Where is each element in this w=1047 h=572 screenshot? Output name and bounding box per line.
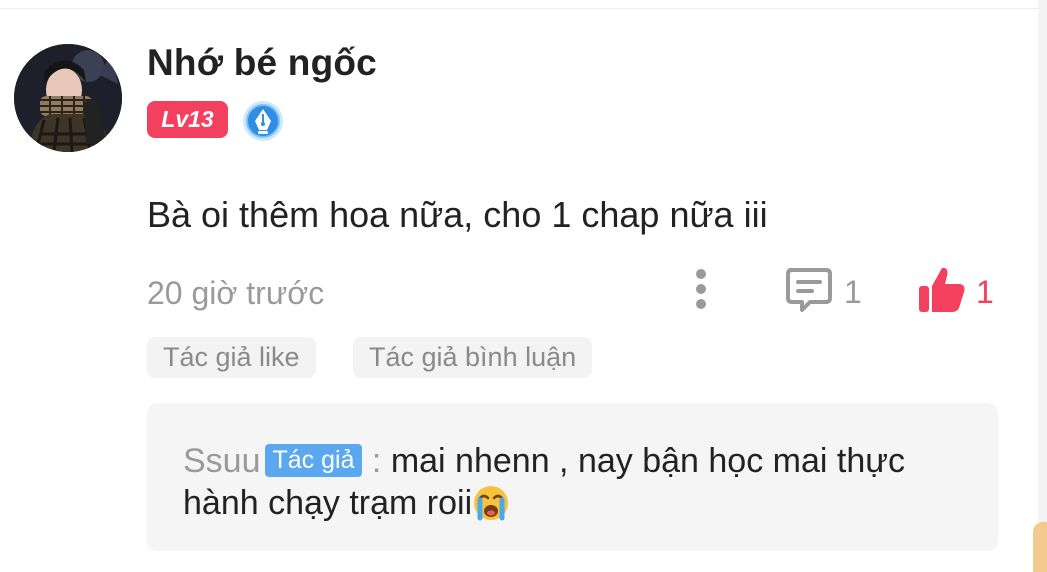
floating-edge-tab[interactable] [1033, 522, 1047, 572]
reply-content: Ssuu Tác giả : mai nhenn , nay bận học ma… [183, 440, 973, 524]
comment-bubble-icon [786, 268, 832, 312]
level-badge: Lv13 [147, 101, 228, 138]
comment-timestamp: 20 giờ trước [147, 275, 325, 311]
username[interactable]: Nhớ bé ngốc [147, 42, 377, 84]
pen-nib-badge-icon [242, 100, 284, 142]
thumbs-up-icon [919, 267, 965, 312]
like-count: 1 [976, 274, 994, 310]
reply-author-name[interactable]: Ssuu [183, 442, 261, 480]
reply-box[interactable]: Ssuu Tác giả : mai nhenn , nay bận học ma… [147, 403, 998, 551]
author-badge: Tác giả [264, 444, 363, 477]
avatar-photo [14, 44, 122, 152]
author-liked-tag: Tác giả like [147, 337, 316, 378]
loudly-crying-face-emoji [472, 484, 510, 522]
reply-separator: : [362, 442, 391, 480]
reply-button[interactable]: 1 [784, 266, 868, 314]
author-commented-tag: Tác giả bình luận [353, 337, 593, 378]
avatar[interactable] [14, 44, 122, 152]
like-button[interactable]: 1 [916, 264, 1000, 316]
more-options-button[interactable] [688, 266, 714, 314]
comment-page: Nhớ bé ngốc Lv13 Bà oi thêm hoa nữa, cho… [0, 0, 1047, 572]
more-vertical-icon [696, 269, 706, 309]
top-divider [0, 8, 1047, 9]
right-edge-panel [1038, 0, 1047, 572]
reply-count: 1 [844, 274, 862, 310]
comment-text: Bà oi thêm hoa nữa, cho 1 chap nữa iii [147, 194, 768, 235]
